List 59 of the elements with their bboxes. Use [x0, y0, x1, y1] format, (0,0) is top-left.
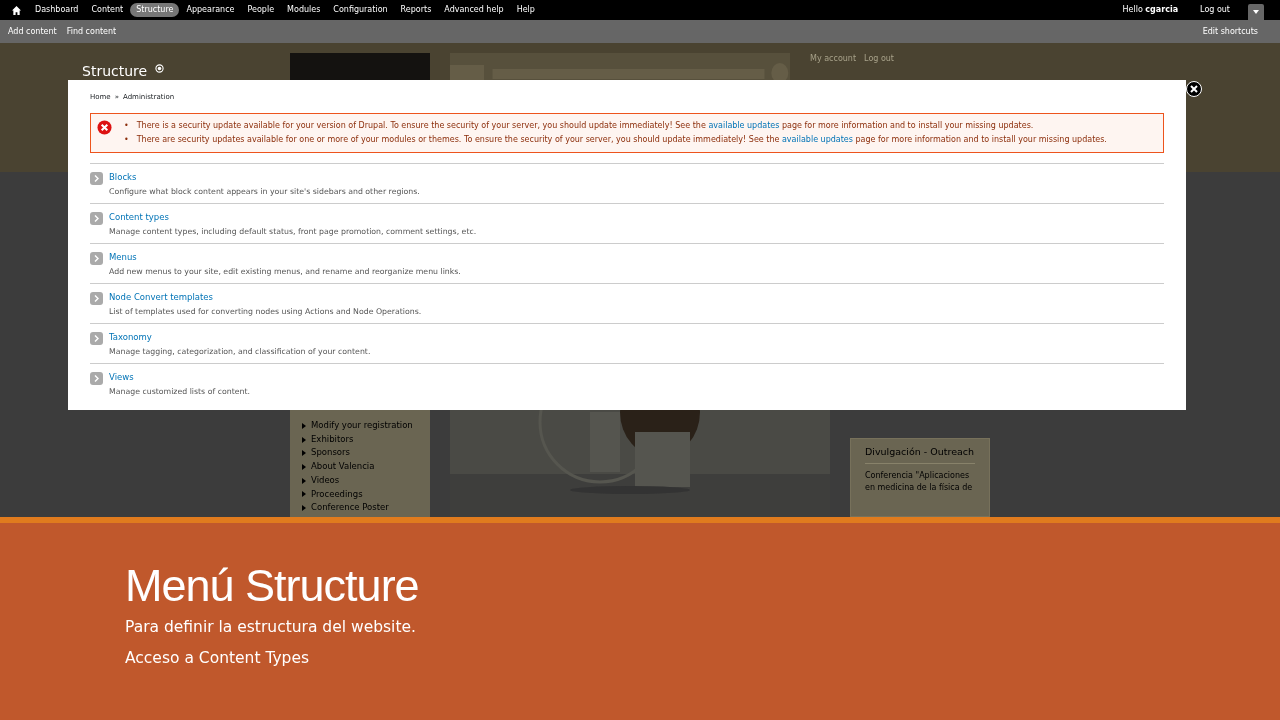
bullet-icon: [302, 422, 306, 429]
block-item[interactable]: Conferencia "Aplicaciones en medicina de la física de: [865, 470, 975, 495]
sidebar-link[interactable]: Videos: [311, 473, 340, 488]
close-icon[interactable]: [1186, 81, 1202, 97]
admin-link[interactable]: Blocks: [109, 170, 420, 184]
admin-link[interactable]: Content types: [109, 210, 477, 224]
sidebar-link[interactable]: About Valencia: [311, 460, 375, 474]
slide-title: Menú Structure: [125, 563, 420, 608]
bullet-marker: •: [124, 133, 129, 146]
admin-link[interactable]: Taxonomy: [109, 330, 371, 344]
sidebar-link[interactable]: Proceedings: [311, 487, 363, 502]
menu-tab[interactable]: Dashboard: [29, 3, 85, 17]
greeting-text: Hello cgarcia: [1122, 4, 1179, 16]
page-title: Structure: [82, 62, 148, 81]
menu-tab[interactable]: People: [241, 3, 281, 17]
bullet-icon: [302, 505, 306, 512]
sidebar-link[interactable]: Modify your registration: [311, 419, 413, 433]
menu-tab[interactable]: Structure: [130, 3, 180, 17]
chevron-icon: [90, 331, 103, 345]
updates-link[interactable]: available updates: [781, 134, 853, 144]
slide-text: Para definir la estructura del website.: [125, 617, 417, 638]
menu-tab[interactable]: Advanced help: [438, 3, 510, 17]
block-title: Divulgación - Outreach: [865, 445, 975, 465]
bullet-icon: [302, 477, 306, 484]
sidebar-link[interactable]: Sponsors: [311, 446, 350, 461]
slide-text: Acceso a Content Types: [125, 648, 311, 670]
bullet-icon: [302, 436, 306, 443]
chevron-icon: [90, 171, 103, 185]
admin-link[interactable]: Node Convert templates: [109, 290, 422, 304]
shortcut-link[interactable]: Find content: [66, 25, 117, 38]
caret-icon: [1253, 10, 1259, 14]
admin-link[interactable]: Menus: [109, 250, 461, 264]
shortcuts-toggle[interactable]: [1248, 4, 1264, 20]
error-icon: [97, 119, 112, 135]
bullet-icon: [302, 491, 306, 498]
chevron-icon: [90, 251, 103, 265]
menu-tab[interactable]: Reports: [394, 3, 438, 17]
chevron-icon: [90, 371, 103, 385]
bullet-icon: [302, 450, 306, 457]
bullet-icon: [302, 464, 306, 471]
shortcut-link[interactable]: Add content: [8, 25, 57, 38]
menu-tab[interactable]: Modules: [281, 3, 327, 17]
home-icon[interactable]: [12, 5, 21, 15]
menu-tab[interactable]: Appearance: [180, 3, 241, 17]
sidebar-link[interactable]: Conference Poster: [311, 501, 389, 515]
radio-icon[interactable]: [155, 64, 165, 73]
menu-tab[interactable]: Content: [85, 3, 130, 17]
sidebar-link[interactable]: Exhibitors: [311, 432, 354, 447]
chevron-icon: [90, 211, 103, 225]
message-text: There are security updates available for one or more of your modules or themes. To ensure the security of your server, you should update immediately! See the available updates page for more information and to install your missing updates.: [136, 133, 1107, 146]
message-text: There is a security update available for your version of Drupal. To ensure the security of your server, you should update immediately! See the available updates page for more information and to install your missing updates.: [136, 119, 1034, 132]
edit-shortcuts-link[interactable]: Edit shortcuts: [1202, 25, 1258, 38]
bullet-marker: •: [124, 119, 129, 132]
menu-tab[interactable]: Configuration: [327, 3, 394, 17]
menu-tab[interactable]: Help: [510, 3, 541, 17]
updates-link[interactable]: available updates: [708, 120, 780, 130]
chevron-icon: [90, 291, 103, 305]
admin-link[interactable]: Views: [109, 370, 250, 384]
logout-link[interactable]: Log out: [1194, 3, 1236, 17]
